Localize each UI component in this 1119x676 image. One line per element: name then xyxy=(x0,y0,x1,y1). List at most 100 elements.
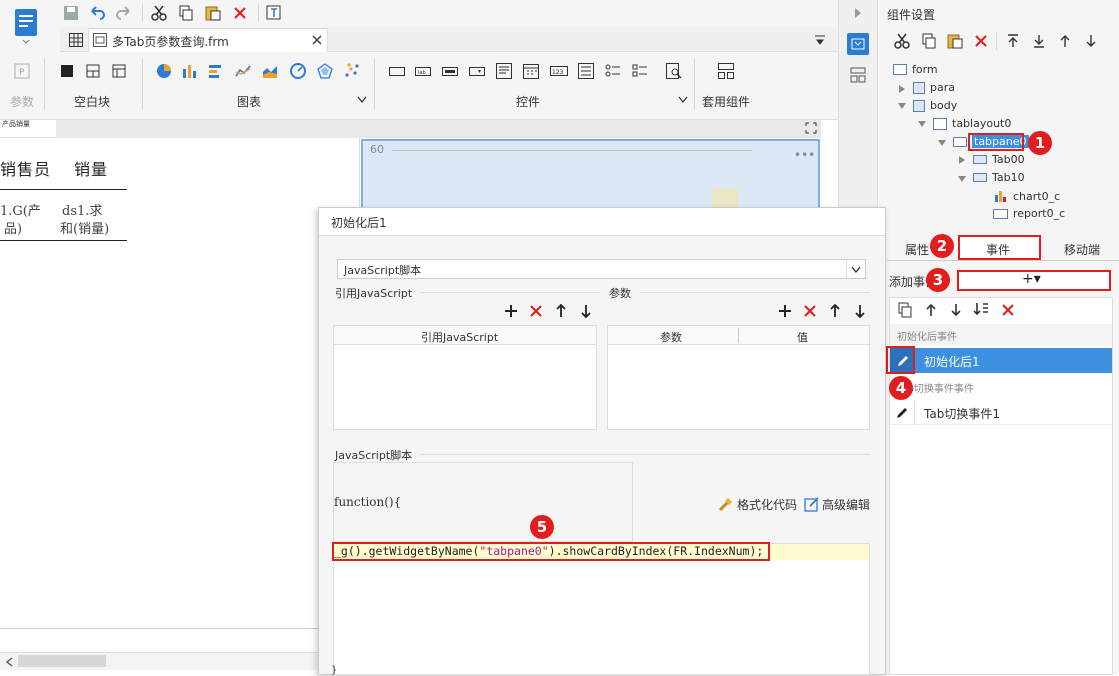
radio-widget-icon[interactable] xyxy=(604,62,622,80)
list-widget-icon[interactable] xyxy=(577,62,595,80)
zoom-fit-icon[interactable] xyxy=(803,120,819,136)
advanced-edit-icon[interactable] xyxy=(803,495,821,513)
add-event-button-label: +▾ xyxy=(1022,271,1041,287)
blank-block-icon-1[interactable] xyxy=(58,62,76,80)
param-down-icon[interactable] xyxy=(852,303,868,319)
tree-node-form[interactable]: form xyxy=(893,63,938,76)
grid-icon[interactable] xyxy=(67,31,85,49)
scrollbar-thumb[interactable] xyxy=(18,655,106,667)
close-tab-icon[interactable] xyxy=(310,33,324,47)
date-widget-icon[interactable] xyxy=(522,62,540,80)
button-widget-icon[interactable] xyxy=(441,62,459,80)
tree-node-tab00[interactable]: Tab00 xyxy=(973,153,1025,166)
expand-body-icon[interactable] xyxy=(897,101,907,111)
scroll-left-icon[interactable] xyxy=(3,656,15,668)
layout-panel-icon[interactable] xyxy=(848,65,868,85)
ref-down-icon[interactable] xyxy=(578,303,594,319)
move-top-icon[interactable] xyxy=(1004,32,1022,50)
gauge-chart-icon[interactable] xyxy=(289,62,307,80)
expand-tab10-icon[interactable] xyxy=(957,174,967,184)
expand-tab00-icon[interactable] xyxy=(957,155,967,165)
tree-node-chart[interactable]: chart0_c xyxy=(993,189,1060,203)
expand-para-icon[interactable] xyxy=(897,84,907,94)
param-delete-icon[interactable] xyxy=(802,303,818,319)
event-sort-icon[interactable] xyxy=(972,301,990,319)
group-label-widget: 控件 xyxy=(516,95,541,109)
format-painter-icon[interactable] xyxy=(265,4,283,22)
search-widget-icon[interactable] xyxy=(665,62,683,80)
tree-cut-icon[interactable] xyxy=(893,32,911,50)
hbar-chart-icon[interactable] xyxy=(207,62,225,80)
param-widget-icon[interactable]: P xyxy=(13,62,31,80)
step-badge-3: 3 xyxy=(926,268,950,292)
tree-node-body[interactable]: body xyxy=(913,99,957,112)
label-widget-icon[interactable] xyxy=(388,62,406,80)
line-chart-icon[interactable] xyxy=(234,62,252,80)
template-widget-icon[interactable] xyxy=(717,62,735,80)
collapse-arrow-icon[interactable] xyxy=(850,5,866,21)
tab-menu-icon[interactable] xyxy=(812,32,828,48)
textfield-widget-icon[interactable]: lab xyxy=(414,62,432,80)
component-panel-icon[interactable] xyxy=(847,33,869,55)
ref-delete-icon[interactable] xyxy=(528,303,544,319)
col-sales: 销量 xyxy=(74,160,109,179)
advanced-edit-label[interactable]: 高级编辑 xyxy=(822,496,870,513)
tree-node-tablayout[interactable]: tablayout0 xyxy=(933,117,1011,130)
textarea-widget-icon[interactable] xyxy=(495,62,513,80)
function-header: function(){ xyxy=(334,495,402,509)
cell-sum-line1: ds1.求 xyxy=(62,204,103,219)
paste-icon[interactable] xyxy=(204,4,222,22)
tree-paste-icon[interactable] xyxy=(946,32,964,50)
tree-delete-icon[interactable] xyxy=(972,32,990,50)
event-copy-icon[interactable] xyxy=(896,301,914,319)
code-editor[interactable] xyxy=(333,543,870,675)
number-widget-icon[interactable]: 123 xyxy=(549,62,569,80)
cut-icon[interactable] xyxy=(150,4,168,22)
undo-icon[interactable] xyxy=(88,4,106,22)
redo-icon[interactable] xyxy=(115,4,133,22)
area-chart-icon[interactable] xyxy=(261,62,279,80)
pie-chart-icon[interactable] xyxy=(155,62,173,80)
app-menu-icon[interactable] xyxy=(13,6,39,46)
blank-block-icon-3[interactable] xyxy=(110,62,128,80)
panel-title: 组件设置 xyxy=(887,8,936,22)
format-code-label[interactable]: 格式化代码 xyxy=(737,496,797,513)
event-delete-icon[interactable] xyxy=(999,301,1017,319)
param-up-icon[interactable] xyxy=(827,303,843,319)
copy-icon[interactable] xyxy=(177,4,195,22)
chart-more-icon[interactable]: ••• xyxy=(794,148,815,162)
dialog-title-bar xyxy=(319,208,885,236)
save-icon[interactable] xyxy=(62,4,80,22)
move-up-icon[interactable] xyxy=(1056,32,1074,50)
scatter-chart-icon[interactable] xyxy=(343,62,361,80)
delete-icon[interactable] xyxy=(231,4,249,22)
combobox-widget-icon[interactable] xyxy=(468,62,486,80)
event-up-icon[interactable] xyxy=(922,301,940,319)
param-add-icon[interactable] xyxy=(777,303,793,319)
chart-expand-icon[interactable] xyxy=(356,94,368,106)
select-chevron-icon[interactable] xyxy=(846,260,864,278)
tree-node-tab10[interactable]: Tab10 xyxy=(973,171,1025,184)
radar-chart-icon[interactable] xyxy=(316,62,334,80)
event-item-tab-label: Tab切换事件1 xyxy=(924,407,1000,421)
tab-mobile[interactable]: 移动端 xyxy=(1064,241,1100,258)
blank-block-icon-2[interactable] xyxy=(84,62,102,80)
tab-properties[interactable]: 属性 xyxy=(905,241,929,258)
tree-node-para[interactable]: para xyxy=(913,81,955,94)
tree-node-report[interactable]: report0_c xyxy=(993,207,1065,220)
expand-tabpane-icon[interactable] xyxy=(937,138,947,148)
move-bottom-icon[interactable] xyxy=(1030,32,1048,50)
event-down-icon[interactable] xyxy=(947,301,965,319)
widget-expand-icon[interactable] xyxy=(677,94,689,106)
format-code-icon[interactable] xyxy=(717,495,735,513)
ref-up-icon[interactable] xyxy=(553,303,569,319)
expand-tablayout-icon[interactable] xyxy=(917,119,927,129)
edit-tab-event-icon[interactable] xyxy=(890,400,915,425)
bar-chart-icon[interactable] xyxy=(181,62,199,80)
tree-copy-icon[interactable] xyxy=(920,32,938,50)
step-badge-4: 4 xyxy=(889,376,913,400)
chart-axis-tick: 60 xyxy=(370,143,384,156)
checkbox-widget-icon[interactable] xyxy=(631,62,649,80)
ref-add-icon[interactable] xyxy=(503,303,519,319)
move-down-icon[interactable] xyxy=(1082,32,1100,50)
